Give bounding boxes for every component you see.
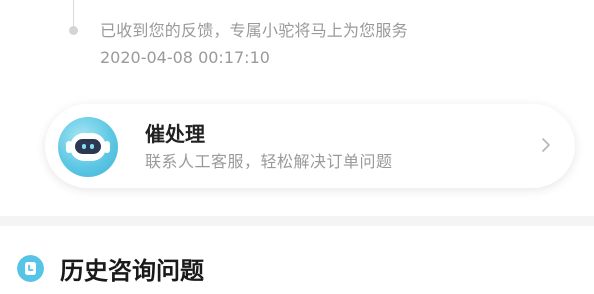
robot-eye-right: [90, 144, 94, 149]
history-section-title: 历史咨询问题: [60, 257, 204, 285]
chevron-right-icon: [542, 138, 550, 152]
robot-face: [75, 139, 101, 154]
robot-avatar-icon: [58, 117, 118, 177]
urge-processing-card[interactable]: 催处理 联系人工客服，轻松解决订单问题: [45, 104, 575, 188]
card-title: 催处理: [145, 122, 205, 146]
robot-head: [70, 133, 106, 161]
robot-eye-left: [82, 144, 86, 149]
card-subtitle: 联系人工客服，轻松解决订单问题: [145, 152, 393, 171]
section-divider: [0, 216, 594, 226]
clock-icon: [17, 255, 44, 282]
timeline-message: 已收到您的反馈，专属小驼将马上为您服务: [100, 21, 408, 40]
timeline-dot: [69, 26, 78, 35]
timeline-timestamp: 2020-04-08 00:17:10: [100, 48, 270, 67]
